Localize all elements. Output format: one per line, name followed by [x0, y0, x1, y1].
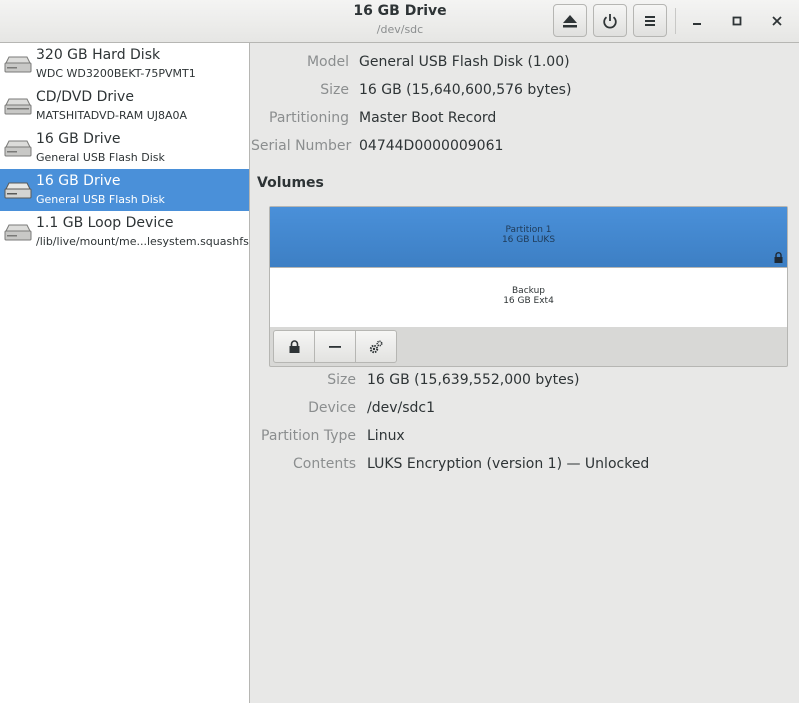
partition-contents-row: Contents LUKS Encryption (version 1) — U… — [251, 456, 799, 476]
partition-type-label: Partition Type — [261, 428, 356, 444]
delete-partition-button[interactable] — [314, 330, 356, 363]
eject-icon — [563, 14, 577, 27]
sidebar-item-desc: MATSHITADVD-RAM UJ8A0A — [36, 109, 188, 122]
partition-1-block[interactable]: Partition 1 16 GB LUKS — [270, 207, 787, 267]
partition-1-desc: 16 GB LUKS — [501, 235, 556, 245]
size-label: Size — [320, 82, 349, 98]
gears-icon — [369, 339, 383, 353]
window-title: 16 GB Drive — [353, 3, 447, 19]
partition-1-name: Partition 1 — [505, 225, 552, 235]
serial-value: 04744D0000009061 — [359, 138, 504, 154]
volume-toolbar — [273, 330, 397, 363]
sidebar-item-usb-drive-selected[interactable]: 16 GB Drive General USB Flash Disk — [0, 169, 249, 211]
lock-button[interactable] — [273, 330, 315, 363]
model-value: General USB Flash Disk (1.00) — [359, 54, 570, 70]
partition-type-row: Partition Type Linux — [251, 428, 799, 448]
sidebar-item-desc: General USB Flash Disk — [36, 193, 165, 206]
window-subtitle: /dev/sdc — [376, 23, 424, 36]
partition-size-label: Size — [327, 372, 356, 388]
power-button[interactable] — [593, 4, 627, 37]
partition-size-row: Size 16 GB (15,639,552,000 bytes) — [251, 372, 799, 392]
contents-label: Contents — [293, 456, 356, 472]
sidebar-item-name: 16 GB Drive — [36, 173, 121, 189]
minimize-icon — [693, 23, 701, 25]
partitioning-value: Master Boot Record — [359, 110, 497, 126]
maximize-icon — [732, 16, 742, 26]
device-value: /dev/sdc1 — [367, 400, 436, 416]
lock-icon — [289, 340, 299, 353]
usb-drive-icon — [4, 182, 32, 199]
device-label: Device — [308, 400, 356, 416]
close-icon — [772, 16, 782, 26]
device-sidebar: 320 GB Hard Disk WDC WD3200BEKT-75PVMT1 … — [0, 43, 250, 703]
sidebar-item-desc: General USB Flash Disk — [36, 151, 165, 164]
backup-partition-block[interactable]: Backup 16 GB Ext4 — [270, 267, 787, 327]
sidebar-item-name: 1.1 GB Loop Device — [36, 215, 174, 231]
size-value: 16 GB (15,640,600,576 bytes) — [359, 82, 572, 98]
partition-device-row: Device /dev/sdc1 — [251, 400, 799, 420]
close-button[interactable] — [766, 10, 788, 32]
minus-icon — [329, 345, 341, 348]
maximize-button[interactable] — [726, 10, 748, 32]
optical-drive-icon — [4, 98, 32, 115]
eject-button[interactable] — [553, 4, 587, 37]
drive-partitioning-row: Partitioning Master Boot Record — [251, 110, 799, 130]
volume-map: Partition 1 16 GB LUKS Backup 16 GB Ext4 — [269, 206, 788, 367]
harddisk-icon — [4, 56, 32, 73]
drive-model-row: Model General USB Flash Disk (1.00) — [251, 54, 799, 74]
menu-button[interactable] — [633, 4, 667, 37]
sidebar-item-name: 16 GB Drive — [36, 131, 121, 147]
serial-label: Serial Number — [251, 138, 352, 154]
drive-serial-row: Serial Number 04744D0000009061 — [251, 138, 799, 158]
usb-drive-icon — [4, 140, 32, 157]
partition-settings-button[interactable] — [355, 330, 397, 363]
sidebar-item-cd-dvd[interactable]: CD/DVD Drive MATSHITADVD-RAM UJ8A0A — [0, 85, 249, 127]
partitioning-label: Partitioning — [269, 110, 349, 126]
contents-value: LUKS Encryption (version 1) — Unlocked — [367, 456, 650, 472]
sidebar-item-name: CD/DVD Drive — [36, 89, 134, 105]
header-separator — [675, 8, 676, 34]
partition-type-value: Linux — [367, 428, 405, 444]
sidebar-item-hard-disk[interactable]: 320 GB Hard Disk WDC WD3200BEKT-75PVMT1 — [0, 43, 249, 85]
partition-2-desc: 16 GB Ext4 — [503, 296, 554, 306]
sidebar-item-usb-drive[interactable]: 16 GB Drive General USB Flash Disk — [0, 127, 249, 169]
partition-size-value: 16 GB (15,639,552,000 bytes) — [367, 372, 580, 388]
partition-2-name: Backup — [512, 286, 545, 296]
drive-details-panel: Model General USB Flash Disk (1.00) Size… — [251, 43, 799, 703]
sidebar-item-loop-device[interactable]: 1.1 GB Loop Device /lib/live/mount/me...… — [0, 211, 249, 253]
sidebar-item-name: 320 GB Hard Disk — [36, 47, 161, 63]
lock-icon — [774, 252, 783, 263]
volumes-heading: Volumes — [257, 175, 324, 191]
loop-device-icon — [4, 224, 32, 241]
minimize-button[interactable] — [686, 10, 708, 32]
menu-icon — [645, 15, 655, 26]
drive-size-row: Size 16 GB (15,640,600,576 bytes) — [251, 82, 799, 102]
model-label: Model — [306, 54, 349, 70]
header-bar: 16 GB Drive /dev/sdc — [0, 0, 799, 43]
sidebar-item-desc: WDC WD3200BEKT-75PVMT1 — [36, 67, 196, 80]
power-icon — [603, 13, 617, 28]
sidebar-item-desc: /lib/live/mount/me...lesystem.squashfs — [36, 235, 249, 248]
